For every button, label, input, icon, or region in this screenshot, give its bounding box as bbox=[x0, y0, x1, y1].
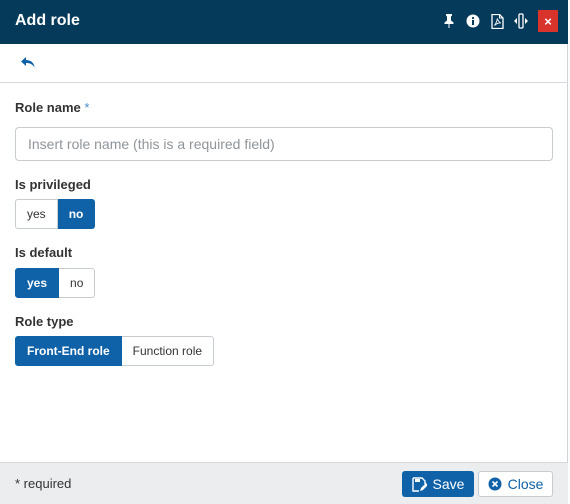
required-note: * required bbox=[15, 476, 72, 491]
dialog-subtoolbar bbox=[0, 44, 568, 83]
is-default-toggle: yes no bbox=[15, 268, 96, 298]
save-icon bbox=[411, 476, 427, 492]
role-name-label-text: Role name bbox=[15, 100, 81, 115]
is-default-yes-button[interactable]: yes bbox=[15, 268, 60, 298]
titlebar-tools: × bbox=[440, 10, 558, 32]
is-privileged-yes-button[interactable]: yes bbox=[15, 199, 58, 229]
required-marker: * bbox=[84, 100, 90, 115]
info-icon[interactable] bbox=[464, 10, 482, 32]
role-name-label: Role name * bbox=[15, 100, 89, 115]
close-button-label: Close bbox=[507, 476, 544, 492]
add-role-dialog: Add role × Role name * Is privileged bbox=[0, 0, 568, 504]
close-icon[interactable]: × bbox=[538, 10, 558, 32]
role-type-label: Role type bbox=[15, 314, 74, 329]
close-button[interactable]: Close bbox=[478, 471, 553, 497]
pin-icon[interactable] bbox=[440, 10, 458, 32]
dialog-title: Add role bbox=[15, 12, 80, 29]
is-privileged-label: Is privileged bbox=[15, 177, 91, 192]
is-privileged-toggle: yes no bbox=[15, 199, 96, 229]
close-circle-icon bbox=[488, 477, 502, 491]
dialog-footer: * required Save Close bbox=[0, 462, 568, 504]
back-arrow-icon[interactable] bbox=[20, 56, 40, 72]
save-button[interactable]: Save bbox=[402, 471, 474, 497]
role-type-function-button[interactable]: Function role bbox=[121, 336, 215, 366]
is-default-no-button[interactable]: no bbox=[59, 268, 96, 298]
is-privileged-no-button[interactable]: no bbox=[57, 199, 96, 229]
role-type-front-end-button[interactable]: Front-End role bbox=[15, 336, 122, 366]
resize-horizontal-icon[interactable] bbox=[512, 10, 530, 32]
pdf-icon[interactable] bbox=[488, 10, 506, 32]
role-type-toggle: Front-End role Function role bbox=[15, 336, 215, 366]
save-button-label: Save bbox=[432, 476, 465, 492]
role-name-input[interactable] bbox=[15, 127, 553, 161]
is-default-label: Is default bbox=[15, 245, 73, 260]
dialog-titlebar: Add role × bbox=[0, 0, 568, 44]
